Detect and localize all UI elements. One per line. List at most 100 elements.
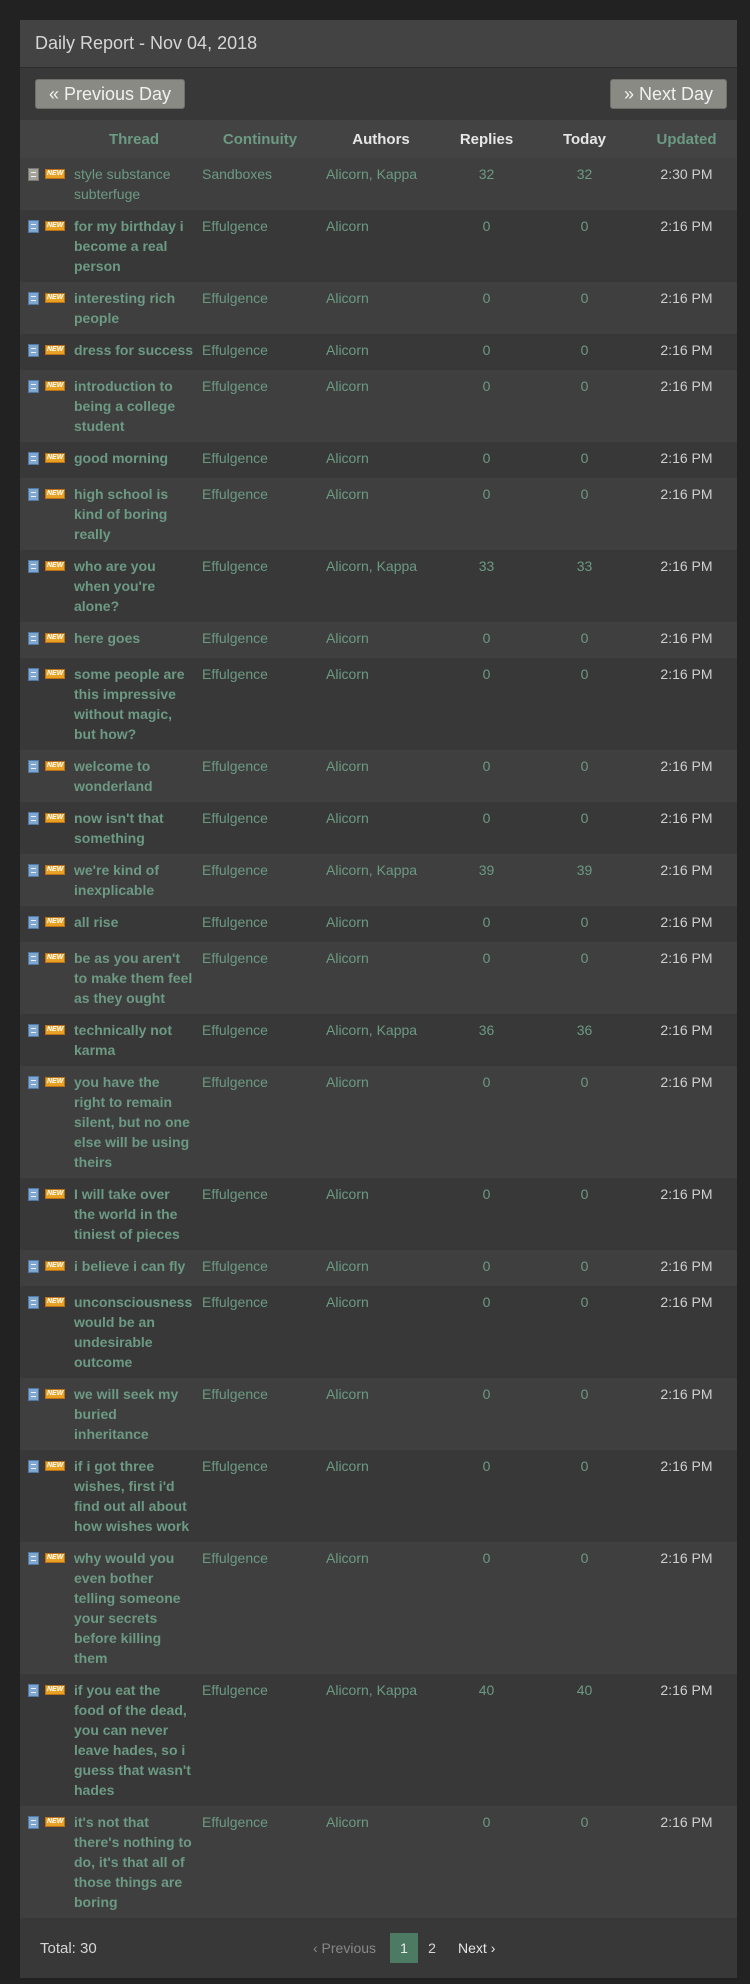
thread-link[interactable]: if you eat the food of the dead, you can… (70, 1674, 198, 1806)
thread-link[interactable]: high school is kind of boring really (70, 478, 198, 550)
continuity-link[interactable]: Effulgence (198, 854, 322, 906)
document-icon[interactable] (28, 220, 39, 233)
continuity-link[interactable]: Effulgence (198, 622, 322, 658)
today-count[interactable]: 0 (533, 334, 636, 370)
document-icon[interactable] (28, 1260, 39, 1273)
new-badge-icon[interactable]: NEW (45, 561, 66, 571)
authors-link[interactable]: Alicorn, Kappa (322, 854, 440, 906)
replies-count[interactable]: 0 (440, 370, 533, 442)
continuity-link[interactable]: Effulgence (198, 550, 322, 622)
document-icon[interactable] (28, 1684, 39, 1697)
document-icon[interactable] (28, 1076, 39, 1089)
thread-link[interactable]: we're kind of inexplicable (70, 854, 198, 906)
replies-count[interactable]: 0 (440, 1178, 533, 1250)
continuity-link[interactable]: Effulgence (198, 1178, 322, 1250)
new-badge-icon[interactable]: NEW (45, 1685, 66, 1695)
continuity-link[interactable]: Effulgence (198, 1250, 322, 1286)
replies-count[interactable]: 0 (440, 1286, 533, 1378)
authors-link[interactable]: Alicorn (322, 1178, 440, 1250)
replies-count[interactable]: 0 (440, 210, 533, 282)
replies-count[interactable]: 0 (440, 906, 533, 942)
replies-count[interactable]: 36 (440, 1014, 533, 1066)
today-count[interactable]: 0 (533, 1066, 636, 1178)
today-count[interactable]: 0 (533, 658, 636, 750)
authors-link[interactable]: Alicorn (322, 370, 440, 442)
authors-link[interactable]: Alicorn (322, 942, 440, 1014)
continuity-link[interactable]: Effulgence (198, 1450, 322, 1542)
thread-link[interactable]: some people are this impressive without … (70, 658, 198, 750)
thread-link[interactable]: here goes (70, 622, 198, 658)
thread-link[interactable]: be as you aren't to make them feel as th… (70, 942, 198, 1014)
new-badge-icon[interactable]: NEW (45, 453, 66, 463)
continuity-column-header[interactable]: Continuity (198, 120, 322, 158)
page-2-link[interactable]: 2 (418, 1933, 446, 1963)
authors-link[interactable]: Alicorn (322, 1806, 440, 1918)
today-count[interactable]: 0 (533, 478, 636, 550)
document-icon[interactable] (28, 1816, 39, 1829)
document-icon[interactable] (28, 292, 39, 305)
today-count[interactable]: 39 (533, 854, 636, 906)
document-icon[interactable] (28, 1296, 39, 1309)
thread-link[interactable]: now isn't that something (70, 802, 198, 854)
authors-link[interactable]: Alicorn (322, 906, 440, 942)
today-count[interactable]: 0 (533, 282, 636, 334)
replies-count[interactable]: 0 (440, 622, 533, 658)
continuity-link[interactable]: Effulgence (198, 1014, 322, 1066)
document-icon[interactable] (28, 1388, 39, 1401)
document-icon[interactable] (28, 864, 39, 877)
continuity-link[interactable]: Effulgence (198, 334, 322, 370)
new-badge-icon[interactable]: NEW (45, 633, 66, 643)
thread-link[interactable]: why would you even bother telling someon… (70, 1542, 198, 1674)
new-badge-icon[interactable]: NEW (45, 221, 66, 231)
replies-count[interactable]: 0 (440, 1066, 533, 1178)
document-icon[interactable] (28, 760, 39, 773)
replies-count[interactable]: 0 (440, 802, 533, 854)
thread-link[interactable]: if i got three wishes, first i'd find ou… (70, 1450, 198, 1542)
new-badge-icon[interactable]: NEW (45, 813, 66, 823)
replies-count[interactable]: 0 (440, 478, 533, 550)
document-icon[interactable] (28, 560, 39, 573)
continuity-link[interactable]: Effulgence (198, 906, 322, 942)
document-icon[interactable] (28, 916, 39, 929)
new-badge-icon[interactable]: NEW (45, 169, 66, 179)
continuity-link[interactable]: Effulgence (198, 1674, 322, 1806)
new-badge-icon[interactable]: NEW (45, 1261, 66, 1271)
document-icon[interactable] (28, 668, 39, 681)
continuity-link[interactable]: Effulgence (198, 750, 322, 802)
new-badge-icon[interactable]: NEW (45, 1461, 66, 1471)
today-count[interactable]: 32 (533, 158, 636, 210)
authors-link[interactable]: Alicorn (322, 658, 440, 750)
document-icon[interactable] (28, 1188, 39, 1201)
thread-link[interactable]: it's not that there's nothing to do, it'… (70, 1806, 198, 1918)
thread-link[interactable]: good morning (70, 442, 198, 478)
today-count[interactable]: 0 (533, 1806, 636, 1918)
continuity-link[interactable]: Effulgence (198, 1066, 322, 1178)
today-count[interactable]: 0 (533, 1378, 636, 1450)
continuity-link[interactable]: Effulgence (198, 210, 322, 282)
authors-link[interactable]: Alicorn, Kappa (322, 550, 440, 622)
thread-link[interactable]: you have the right to remain silent, but… (70, 1066, 198, 1178)
replies-count[interactable]: 0 (440, 442, 533, 478)
document-icon[interactable] (28, 168, 39, 181)
replies-count[interactable]: 0 (440, 334, 533, 370)
new-badge-icon[interactable]: NEW (45, 1389, 66, 1399)
document-icon[interactable] (28, 1552, 39, 1565)
thread-link[interactable]: welcome to wonderland (70, 750, 198, 802)
continuity-link[interactable]: Effulgence (198, 1806, 322, 1918)
authors-link[interactable]: Alicorn (322, 622, 440, 658)
authors-link[interactable]: Alicorn (322, 442, 440, 478)
today-count[interactable]: 0 (533, 370, 636, 442)
thread-link[interactable]: introduction to being a college student (70, 370, 198, 442)
today-count[interactable]: 0 (533, 1178, 636, 1250)
today-count[interactable]: 0 (533, 622, 636, 658)
authors-link[interactable]: Alicorn (322, 334, 440, 370)
today-count[interactable]: 36 (533, 1014, 636, 1066)
authors-link[interactable]: Alicorn (322, 750, 440, 802)
previous-day-button[interactable]: « Previous Day (35, 79, 186, 109)
thread-column-header[interactable]: Thread (70, 120, 198, 158)
replies-count[interactable]: 0 (440, 1378, 533, 1450)
authors-link[interactable]: Alicorn (322, 1542, 440, 1674)
today-count[interactable]: 0 (533, 1250, 636, 1286)
replies-count[interactable]: 0 (440, 1806, 533, 1918)
today-count[interactable]: 40 (533, 1674, 636, 1806)
